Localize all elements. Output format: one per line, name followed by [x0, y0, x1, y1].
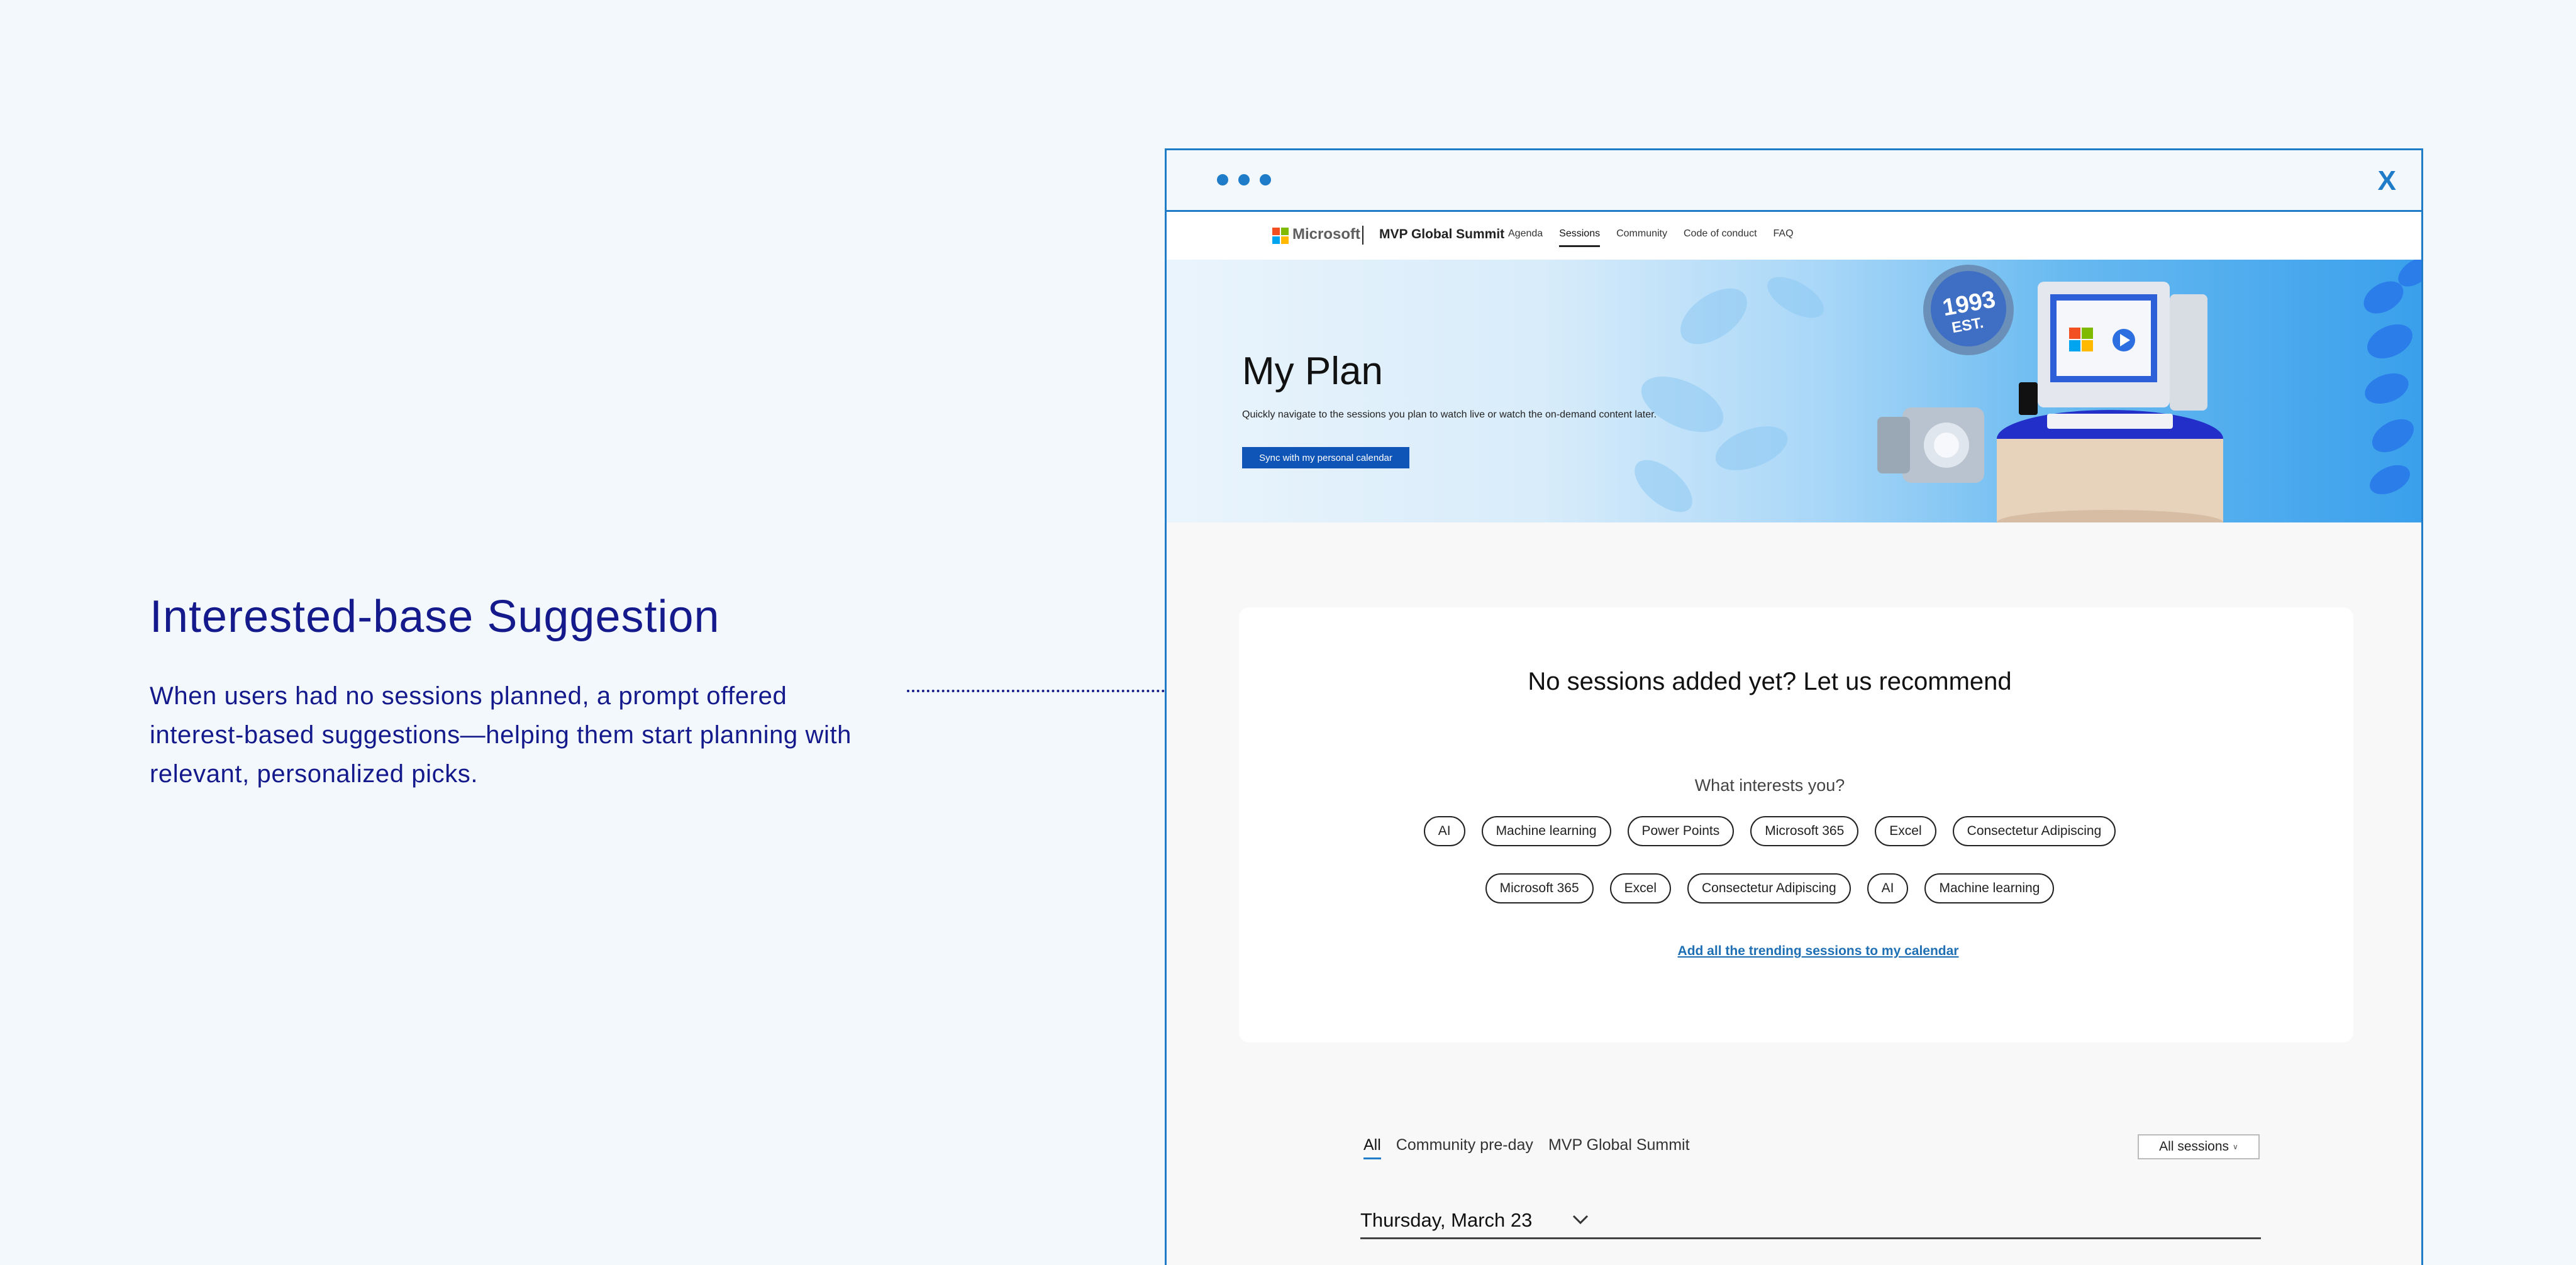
nav-link-community[interactable]: Community — [1616, 228, 1667, 243]
filter-label: All sessions — [2159, 1139, 2229, 1154]
recommend-card: No sessions added yet? Let us recommend … — [1239, 607, 2353, 1042]
add-trending-sessions-link[interactable]: Add all the trending sessions to my cale… — [1239, 944, 2353, 959]
page-title: My Plan — [1242, 350, 1383, 393]
window-dot-icon[interactable] — [1238, 174, 1250, 185]
date-section-header[interactable]: Thursday, March 23 — [1360, 1207, 2261, 1239]
tab-all[interactable]: All — [1363, 1136, 1381, 1159]
close-icon[interactable]: X — [2378, 165, 2396, 197]
nav-links: Agenda Sessions Community Code of conduc… — [1508, 228, 1794, 247]
site-name[interactable]: MVP Global Summit — [1379, 227, 1504, 242]
interest-chips-row-1: AI Machine learning Power Points Microso… — [1239, 816, 2353, 846]
interest-chip[interactable]: Consectetur Adipiscing — [1687, 873, 1851, 903]
date-label: Thursday, March 23 — [1360, 1209, 1533, 1231]
chevron-down-icon[interactable] — [1572, 1212, 1589, 1227]
interest-chip[interactable]: Machine learning — [1481, 816, 1611, 846]
interest-chip[interactable]: AI — [1423, 816, 1465, 846]
interest-chip[interactable]: Microsoft 365 — [1485, 873, 1594, 903]
interest-chip[interactable]: Excel — [1609, 873, 1671, 903]
interest-chips-row-2: Microsoft 365 Excel Consectetur Adipisci… — [1239, 873, 2353, 903]
interest-chip[interactable]: Machine learning — [1924, 873, 2055, 903]
chevron-down-icon: ∨ — [2233, 1142, 2238, 1151]
browser-window: X Microsoft MVP Global Summit Agenda Ses… — [1165, 148, 2423, 1265]
schedule-tabs: All Community pre-day MVP Global Summit — [1363, 1136, 1690, 1159]
sessions-filter-dropdown[interactable]: All sessions ∨ — [2138, 1134, 2260, 1159]
interest-chip[interactable]: Microsoft 365 — [1750, 816, 1859, 846]
browser-titlebar: X — [1167, 150, 2421, 212]
interest-chip[interactable]: Consectetur Adipiscing — [1952, 816, 2116, 846]
page-subtitle: Quickly navigate to the sessions you pla… — [1242, 409, 1657, 420]
nav-link-faq[interactable]: FAQ — [1774, 228, 1794, 243]
nav-link-agenda[interactable]: Agenda — [1508, 228, 1543, 243]
nav-link-sessions[interactable]: Sessions — [1559, 228, 1600, 247]
brand-name[interactable]: Microsoft — [1292, 226, 1360, 243]
interests-question: What interests you? — [1694, 776, 1845, 795]
interest-chip[interactable]: Power Points — [1627, 816, 1735, 846]
annotation-title: Interested-base Suggestion — [150, 592, 720, 642]
recommend-title: No sessions added yet? Let us recommend — [1528, 668, 2012, 695]
annotation-description: When users had no sessions planned, a pr… — [150, 682, 852, 788]
tab-mvp-global-summit[interactable]: MVP Global Summit — [1548, 1136, 1690, 1158]
tab-community-pre-day[interactable]: Community pre-day — [1396, 1136, 1533, 1158]
interest-chip[interactable]: AI — [1867, 873, 1909, 903]
site-nav: Microsoft MVP Global Summit Agenda Sessi… — [1167, 212, 2421, 260]
hero-illustration: 1993 EST. — [1635, 260, 2421, 522]
interest-chip[interactable]: Excel — [1875, 816, 1936, 846]
hero-banner: 1993 EST. My Plan Quickly navigate to th… — [1167, 260, 2421, 522]
window-dot-icon[interactable] — [1260, 174, 1271, 185]
sync-calendar-button[interactable]: Sync with my personal calendar — [1242, 447, 1409, 468]
nav-link-code-of-conduct[interactable]: Code of conduct — [1684, 228, 1757, 243]
microsoft-logo-icon[interactable] — [1272, 228, 1289, 244]
nav-divider — [1362, 226, 1363, 245]
window-dot-icon[interactable] — [1217, 174, 1228, 185]
